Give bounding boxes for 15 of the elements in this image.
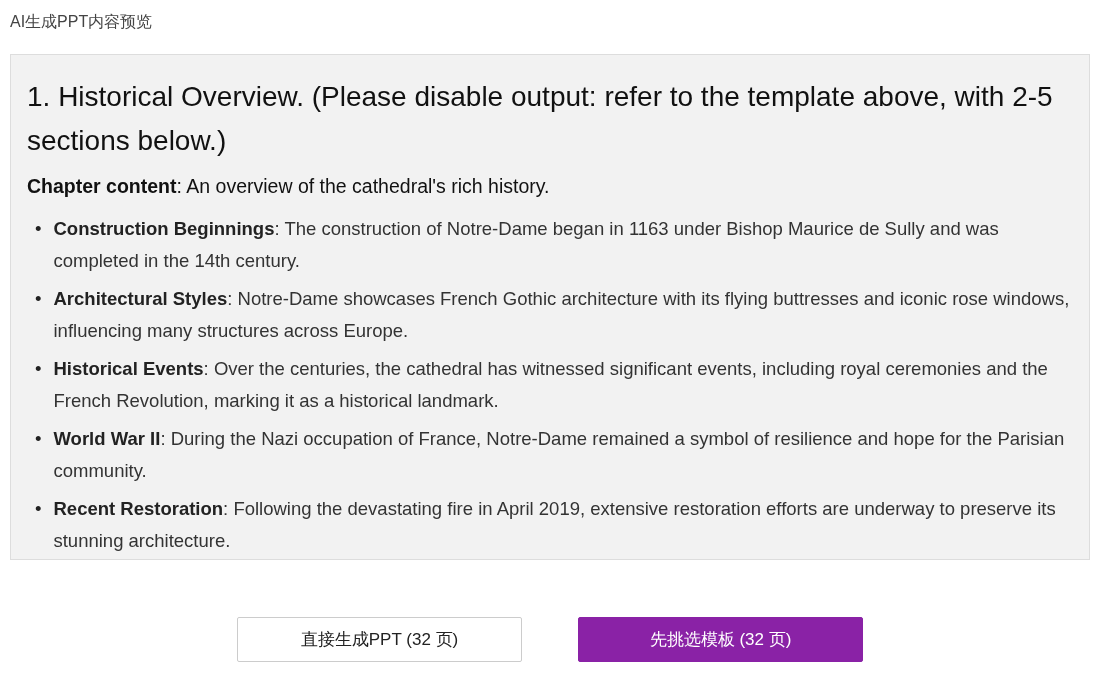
choose-template-button[interactable]: 先挑选模板 (32 页) [578,617,863,662]
bullet-marker: • [35,217,42,241]
bullet-marker: • [35,357,42,381]
section-heading: 1. Historical Overview. (Please disable output: refer to the template above, with 2-5 sections below.) [27,80,1054,158]
bullet-item: World War II: During the Nazi occupation of France, Notre-Dame remained a symbol of resilience and hope for the Parisian community. [53,427,1066,483]
bullet-item: Historical Events: Over the centuries, the cathedral has witnessed significant events, including royal ceremonies and the French Revolution, marking it as a historical landmark. [53,357,1049,413]
bullet-item: Recent Restoration: Following the devastating fire in April 2019, extensive restoration efforts are underway to preserve its stunning architecture. [53,497,1057,553]
bullet-marker: • [35,427,42,451]
bullet-marker: • [35,287,42,311]
generate-button[interactable]: 直接生成PPT (32 页) [237,617,522,662]
chapter-summary: Chapter content: An overview of the cathedral's rich history. [27,174,551,199]
bullet-item: Construction Beginnings: The construction of Notre-Dame began in 1163 under Bishop Maurice de Sully and was completed in the 14th century. [53,217,1000,273]
bullet-item: Architectural Styles: Notre-Dame showcases French Gothic architecture with its flying buttresses and iconic rose windows, influencing many structures across Europe. [53,287,1071,343]
page-title: AI生成PPT内容预览 [9,12,154,32]
bullet-marker: • [35,497,42,521]
